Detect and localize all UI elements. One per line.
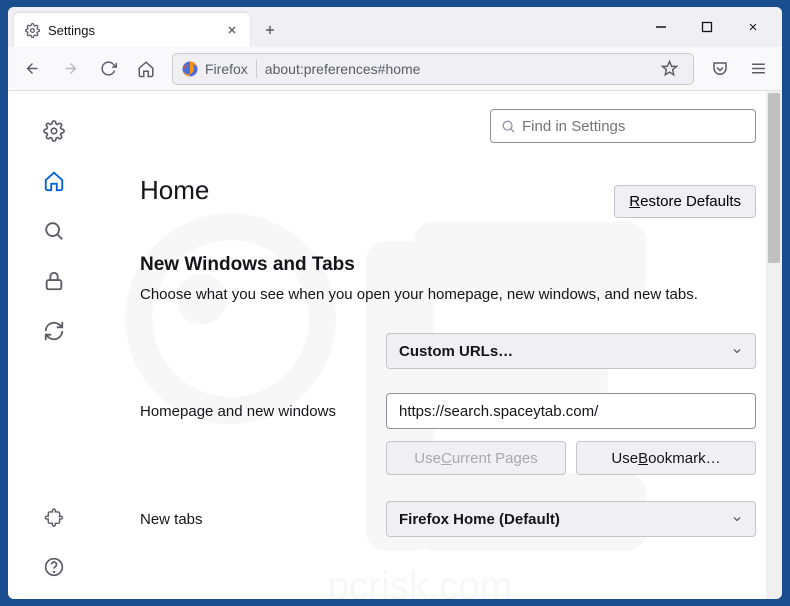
use-current-pages-button[interactable]: Use Current Pages bbox=[386, 441, 566, 475]
sidebar-extensions-icon[interactable] bbox=[34, 497, 74, 537]
new-tab-button[interactable] bbox=[256, 16, 284, 44]
window-minimize-button[interactable] bbox=[638, 7, 684, 47]
restore-defaults-button[interactable]: RRestore Defaultsestore Defaults bbox=[614, 185, 756, 218]
bookmark-star-icon[interactable] bbox=[653, 53, 685, 85]
search-icon bbox=[501, 119, 516, 134]
back-button[interactable] bbox=[16, 53, 48, 85]
nav-toolbar: Firefox about:preferences#home bbox=[8, 47, 782, 91]
sidebar-privacy-icon[interactable] bbox=[34, 261, 74, 301]
window-maximize-button[interactable] bbox=[684, 7, 730, 47]
reload-button[interactable] bbox=[92, 53, 124, 85]
sidebar-general-icon[interactable] bbox=[34, 111, 74, 151]
home-button[interactable] bbox=[130, 53, 162, 85]
sidebar-sync-icon[interactable] bbox=[34, 311, 74, 351]
preferences-sidebar bbox=[8, 91, 100, 599]
chevron-down-icon bbox=[731, 513, 743, 525]
tab-label: Settings bbox=[48, 23, 216, 38]
url-bar[interactable]: Firefox about:preferences#home bbox=[172, 53, 694, 85]
window-close-button[interactable] bbox=[730, 7, 776, 47]
gear-icon bbox=[24, 22, 40, 38]
close-tab-icon[interactable] bbox=[224, 22, 240, 38]
settings-search-input[interactable] bbox=[522, 118, 745, 135]
section-description: Choose what you see when you open your h… bbox=[140, 284, 758, 305]
pocket-icon[interactable] bbox=[704, 53, 736, 85]
settings-search[interactable] bbox=[490, 109, 756, 143]
newtabs-dropdown[interactable]: Firefox Home (Default) bbox=[386, 501, 756, 537]
homepage-url-input[interactable] bbox=[386, 393, 756, 429]
use-bookmark-button[interactable]: Use Bookmark… bbox=[576, 441, 756, 475]
chevron-down-icon bbox=[731, 345, 743, 357]
dropdown-value: Custom URLs… bbox=[399, 343, 513, 360]
dropdown-value: Firefox Home (Default) bbox=[399, 511, 560, 528]
firefox-icon bbox=[181, 60, 199, 78]
app-menu-button[interactable] bbox=[742, 53, 774, 85]
sidebar-search-icon[interactable] bbox=[34, 211, 74, 251]
url-text: about:preferences#home bbox=[265, 61, 645, 77]
sidebar-help-icon[interactable] bbox=[34, 547, 74, 587]
section-heading: New Windows and Tabs bbox=[140, 254, 758, 276]
identity-label: Firefox bbox=[205, 61, 248, 77]
sidebar-home-icon[interactable] bbox=[34, 161, 74, 201]
forward-button[interactable] bbox=[54, 53, 86, 85]
main-panel: Home RRestore Defaultsestore Defaults Ne… bbox=[100, 91, 782, 599]
homepage-label: Homepage and new windows bbox=[140, 403, 372, 420]
newtabs-label: New tabs bbox=[140, 511, 372, 528]
tab-strip: Settings bbox=[8, 7, 782, 47]
homepage-mode-dropdown[interactable]: Custom URLs… bbox=[386, 333, 756, 369]
identity-box[interactable]: Firefox bbox=[181, 60, 257, 78]
tab-settings[interactable]: Settings bbox=[14, 13, 250, 47]
content-area: pcrisk.com bbox=[8, 91, 782, 599]
